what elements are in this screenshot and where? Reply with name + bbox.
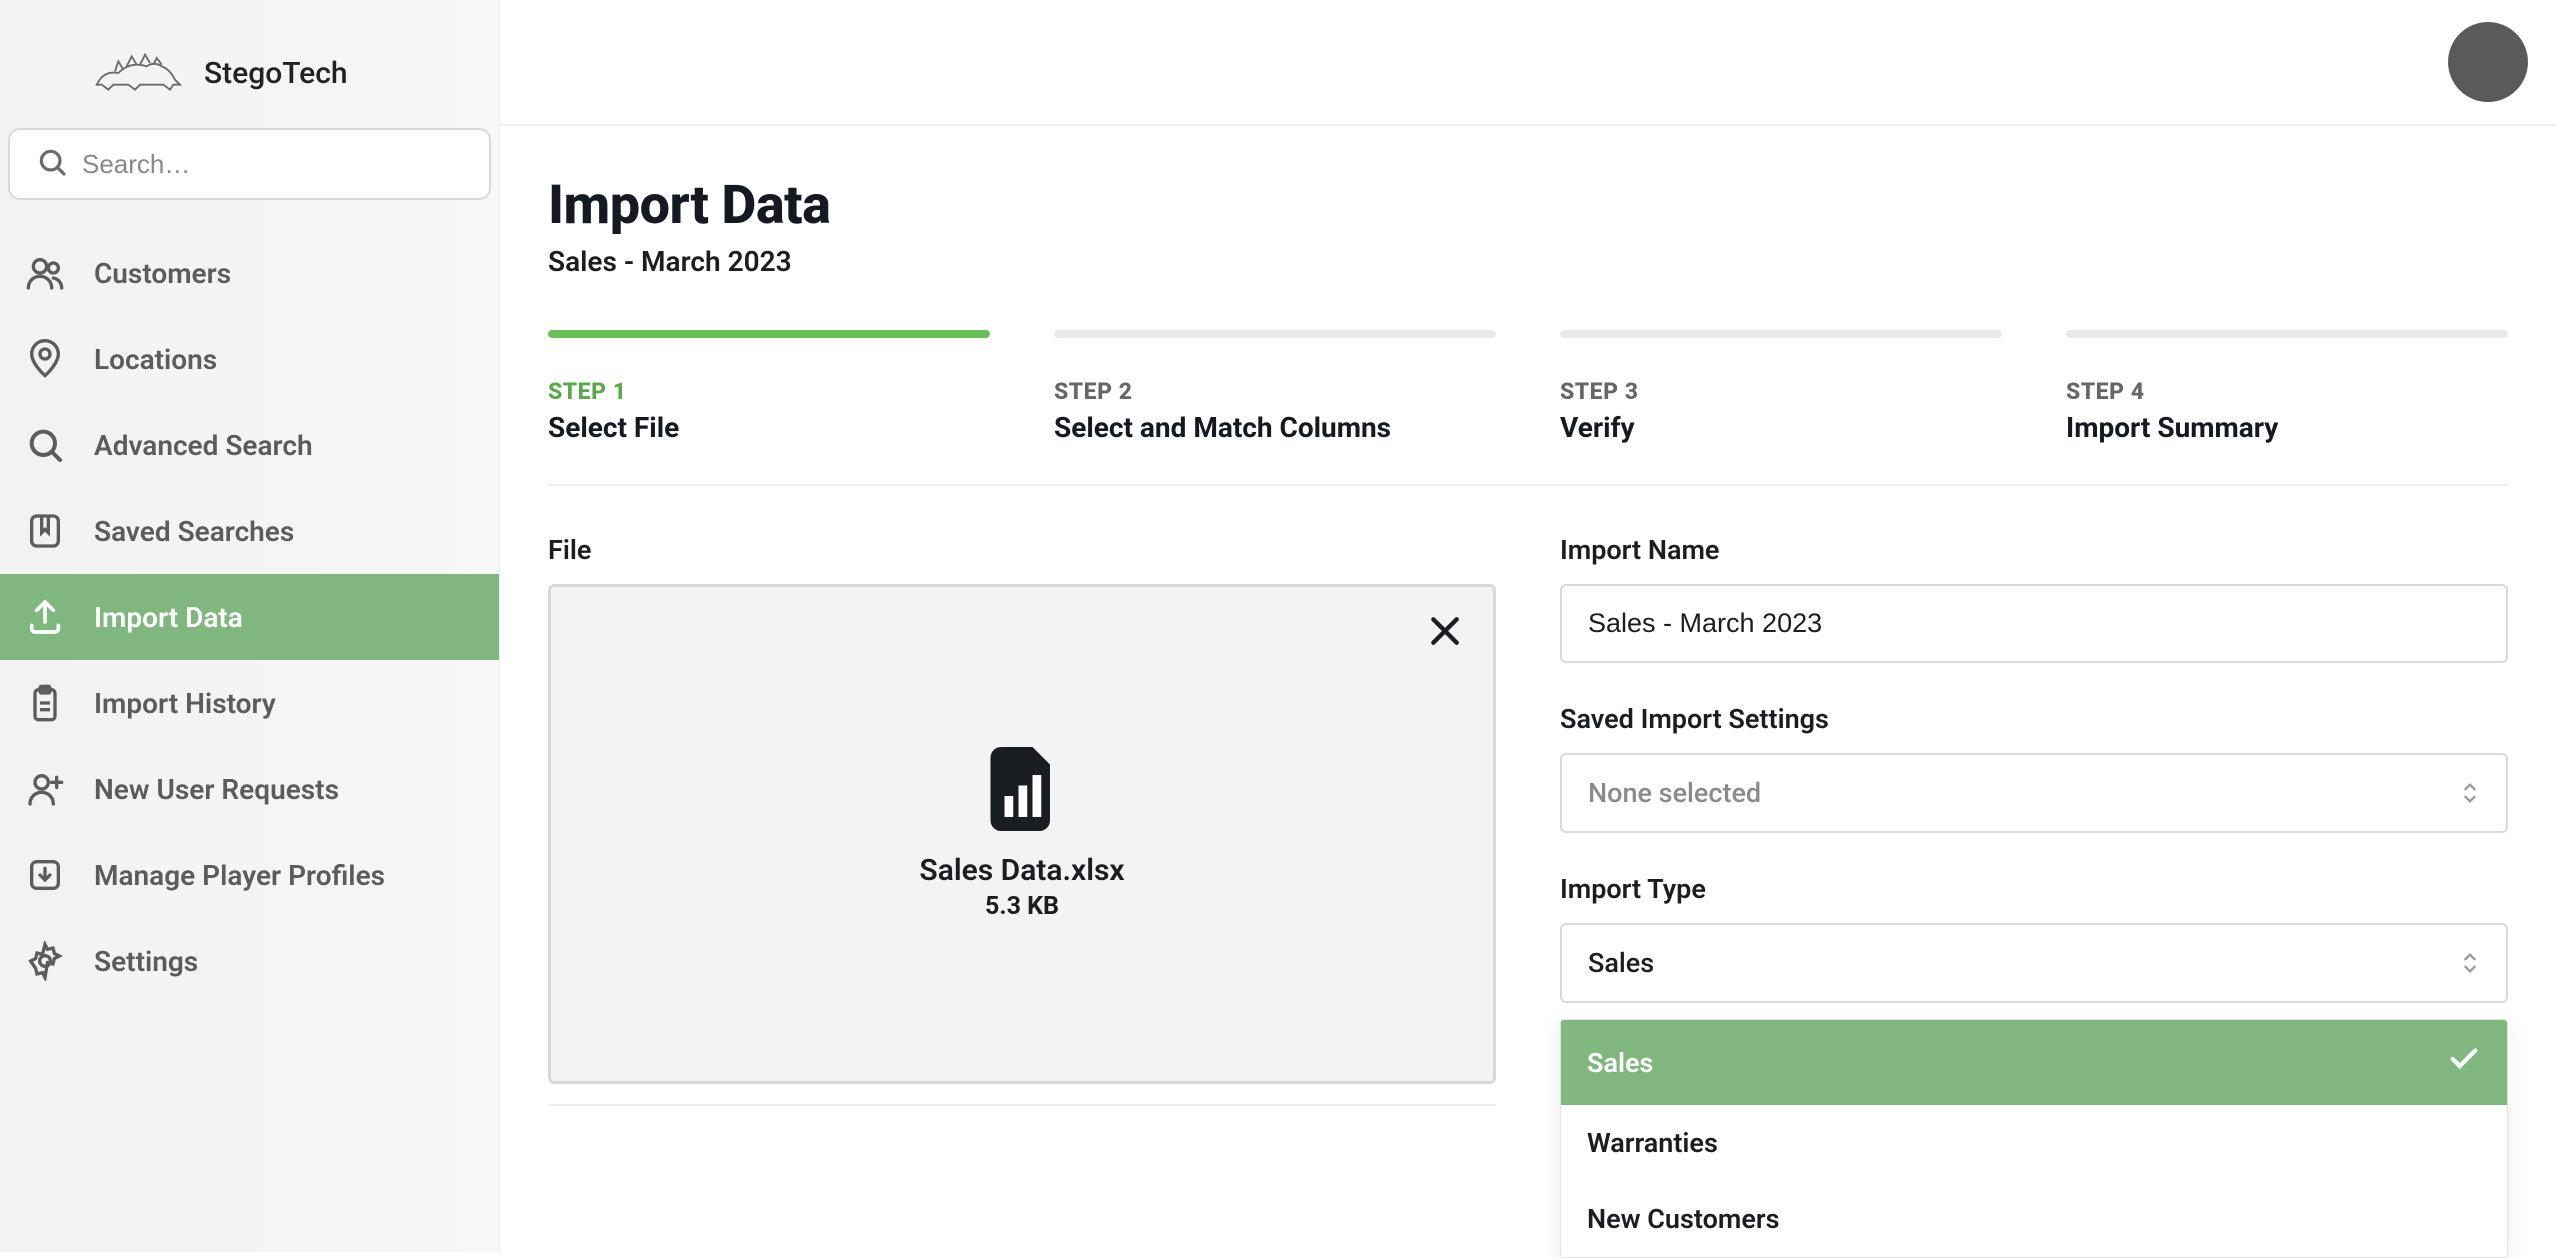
page-subtitle: Sales - March 2023 [548,245,2508,278]
file-drop-zone[interactable]: Sales Data.xlsx 5.3 KB [548,584,1496,1084]
sidebar-item-saved-searches[interactable]: Saved Searches [0,488,499,574]
select-value: None selected [1588,777,1761,809]
saved-settings-select[interactable]: None selected [1560,753,2508,833]
sidebar-item-settings[interactable]: Settings [0,918,499,1004]
chevron-up-down-icon [2460,780,2480,806]
sidebar-item-label: Locations [94,343,217,376]
step-2[interactable]: STEP 2 Select and Match Columns [1054,330,1496,444]
step-label: STEP 2 [1054,378,1496,405]
step-3[interactable]: STEP 3 Verify [1560,330,2002,444]
option-label: Warranties [1587,1127,1718,1159]
sidebar-item-label: Import History [94,687,276,720]
step-label: STEP 1 [548,378,990,405]
import-type-dropdown: Sales Warranties New Customers [1560,1019,2508,1258]
dropdown-option-warranties[interactable]: Warranties [1561,1105,2507,1181]
import-name-label: Import Name [1560,534,2508,566]
step-title: Select File [548,411,990,444]
divider [548,1104,1496,1106]
main: Import Data Sales - March 2023 STEP 1 Se… [500,0,2556,1252]
brand-name: StegoTech [204,56,348,91]
sidebar-item-customers[interactable]: Customers [0,230,499,316]
import-type-group: Import Type Sales Sales [1560,873,2508,1003]
step-label: STEP 4 [2066,378,2508,405]
chevron-up-down-icon [2460,950,2480,976]
dropdown-option-new-customers[interactable]: New Customers [1561,1181,2507,1257]
step-4[interactable]: STEP 4 Import Summary [2066,330,2508,444]
close-icon[interactable] [1425,611,1465,655]
step-bar [2066,330,2508,338]
settings-column: Import Name Saved Import Settings None s… [1560,534,2508,1106]
file-name: Sales Data.xlsx [919,853,1124,888]
sidebar-item-label: New User Requests [94,773,339,806]
sidebar-item-label: Advanced Search [94,429,313,462]
topbar [500,0,2556,126]
search-wrap [0,128,499,230]
location-pin-icon [24,338,66,380]
select-value: Sales [1588,947,1654,979]
import-type-label: Import Type [1560,873,2508,905]
upload-icon [24,596,66,638]
sidebar: StegoTech Customers Locations [0,0,500,1252]
sidebar-item-label: Manage Player Profiles [94,859,385,892]
sidebar-item-label: Saved Searches [94,515,294,548]
file-size: 5.3 KB [985,892,1059,921]
file-chart-icon [987,747,1057,835]
option-label: Sales [1587,1047,1653,1079]
file-label: File [548,534,1496,566]
clipboard-icon [24,682,66,724]
sidebar-item-advanced-search[interactable]: Advanced Search [0,402,499,488]
saved-settings-group: Saved Import Settings None selected [1560,703,2508,833]
step-1[interactable]: STEP 1 Select File [548,330,990,444]
saved-settings-label: Saved Import Settings [1560,703,2508,735]
search-box[interactable] [8,128,491,200]
step-title: Import Summary [2066,411,2508,444]
option-label: New Customers [1587,1203,1779,1235]
file-column: File Sales Data.xlsx 5.3 KB [548,534,1496,1106]
step-bar [1054,330,1496,338]
magnify-icon [24,424,66,466]
sidebar-item-label: Import Data [94,601,243,634]
sidebar-item-new-user-requests[interactable]: New User Requests [0,746,499,832]
brand: StegoTech [0,28,499,128]
sidebar-item-import-history[interactable]: Import History [0,660,499,746]
dropdown-option-sales[interactable]: Sales [1561,1020,2507,1105]
check-icon [2447,1042,2481,1083]
content: Import Data Sales - March 2023 STEP 1 Se… [500,126,2556,1252]
user-plus-icon [24,768,66,810]
sidebar-item-manage-player-profiles[interactable]: Manage Player Profiles [0,832,499,918]
step-title: Select and Match Columns [1054,411,1496,444]
search-icon [36,146,68,182]
gear-icon [24,940,66,982]
import-type-select[interactable]: Sales [1560,923,2508,1003]
step-bar [1560,330,2002,338]
step-bar [548,330,990,338]
sidebar-item-label: Customers [94,257,231,290]
import-name-group: Import Name [1560,534,2508,663]
brand-logo-icon [90,48,190,98]
nav: Customers Locations Advanced Search Save… [0,230,499,1004]
bookmark-icon [24,510,66,552]
sidebar-item-import-data[interactable]: Import Data [0,574,499,660]
import-name-input[interactable] [1560,584,2508,663]
step-label: STEP 3 [1560,378,2002,405]
step-title: Verify [1560,411,2002,444]
sidebar-item-locations[interactable]: Locations [0,316,499,402]
sidebar-item-label: Settings [94,945,198,978]
form-area: File Sales Data.xlsx 5.3 KB Import Name [548,534,2508,1106]
users-icon [24,252,66,294]
stepper: STEP 1 Select File STEP 2 Select and Mat… [548,330,2508,486]
download-box-icon [24,854,66,896]
page-title: Import Data [548,174,2508,237]
avatar[interactable] [2448,22,2528,102]
search-input[interactable] [82,149,463,180]
